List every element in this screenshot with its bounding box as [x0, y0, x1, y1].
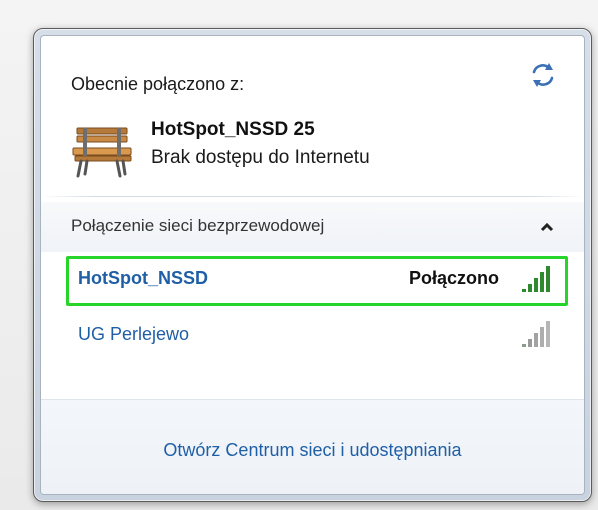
flyout-panel: Obecnie połączono z: HotSpot_NSSD 25 Bra… — [40, 35, 585, 495]
refresh-icon[interactable] — [528, 60, 558, 90]
chevron-up-icon[interactable] — [536, 216, 558, 238]
network-item-state: Połączono — [408, 268, 499, 288]
network-item-ug-perlejewo[interactable]: UG Perlejewo — [66, 311, 568, 355]
open-network-center-link[interactable]: Otwórz Centrum sieci i udostępniania — [41, 440, 584, 461]
wireless-section-title: Połączenie sieci bezprzewodowej — [71, 216, 325, 235]
divider — [41, 196, 584, 197]
network-flyout: Obecnie połączono z: HotSpot_NSSD 25 Bra… — [33, 28, 592, 502]
bench-icon — [72, 127, 132, 178]
signal-strength-icon — [522, 321, 550, 347]
network-item-hotspot-nssd[interactable]: HotSpot_NSSD Połączono — [66, 256, 568, 306]
current-network: HotSpot_NSSD 25 Brak dostępu do Internet… — [71, 116, 471, 196]
network-item-name: UG Perlejewo — [78, 324, 190, 344]
current-network-status: Brak dostępu do Internetu — [151, 147, 370, 168]
network-item-name: HotSpot_NSSD — [78, 268, 208, 288]
flyout-footer: Otwórz Centrum sieci i udostępniania — [41, 399, 584, 494]
current-network-name: HotSpot_NSSD 25 — [151, 119, 315, 140]
current-connection-label: Obecnie połączono z: — [71, 74, 245, 94]
wireless-section-header[interactable]: Połączenie sieci bezprzewodowej — [41, 202, 584, 252]
signal-strength-icon — [522, 266, 550, 292]
